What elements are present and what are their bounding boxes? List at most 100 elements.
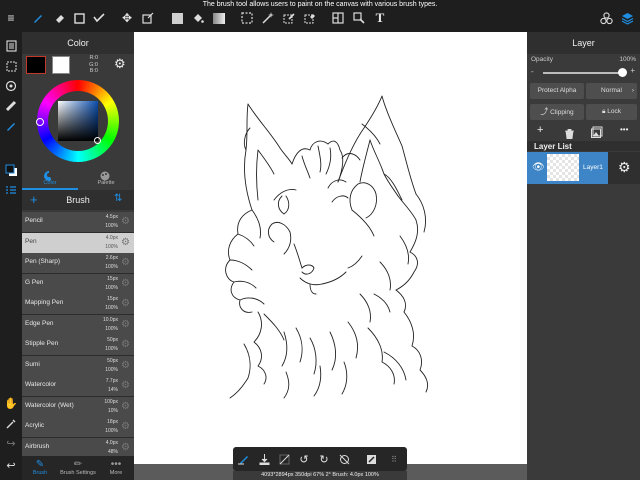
primary-color-swatch[interactable] bbox=[26, 56, 46, 74]
toolbar-grip-icon[interactable]: ⠿ bbox=[387, 452, 401, 466]
magic-wand-icon[interactable] bbox=[261, 11, 275, 25]
brush-settings-gear-icon[interactable]: ⚙ bbox=[121, 360, 131, 371]
opacity-slider[interactable] bbox=[543, 68, 627, 77]
rotate-right-icon[interactable]: ↻ bbox=[317, 452, 331, 466]
opacity-increase[interactable]: + bbox=[630, 66, 635, 75]
protect-alpha-button[interactable]: Protect Alpha bbox=[530, 83, 584, 99]
selection-pen-icon[interactable] bbox=[282, 11, 296, 25]
materials-icon[interactable] bbox=[599, 11, 613, 25]
tab-brush-settings[interactable]: ✏ Brush Settings bbox=[60, 459, 96, 476]
hand-tool-icon[interactable]: ✋ bbox=[3, 395, 19, 411]
brush-opacity: 100% bbox=[105, 223, 118, 229]
selection-eraser-icon[interactable] bbox=[303, 11, 317, 25]
opacity-slider-knob[interactable] bbox=[618, 68, 627, 77]
brush-item[interactable]: Edge Pen 10.0px 100% ⚙ bbox=[22, 314, 134, 336]
reset-view-icon[interactable] bbox=[337, 452, 351, 466]
brush-settings-gear-icon[interactable]: ⚙ bbox=[121, 340, 131, 350]
add-layer-icon[interactable]: + bbox=[537, 124, 543, 136]
layer-settings-gear-icon[interactable]: ⚙ bbox=[618, 159, 631, 176]
eyedropper-tool-icon[interactable] bbox=[352, 11, 366, 25]
eraser-tool-icon[interactable] bbox=[52, 11, 66, 25]
brush-name: Watercolor bbox=[25, 381, 57, 388]
fill-color-icon[interactable] bbox=[170, 11, 184, 25]
clipping-button[interactable]: ⤴ Clipping bbox=[530, 104, 584, 120]
selection-layer-icon[interactable] bbox=[3, 58, 19, 74]
brush-item[interactable]: Sumi 50px 100% ⚙ bbox=[22, 355, 134, 377]
smudge-tool-icon[interactable] bbox=[92, 11, 106, 25]
brush-name: Mapping Pen bbox=[25, 299, 64, 306]
tab-more[interactable]: ••• More bbox=[98, 459, 134, 476]
brush-tool-icon[interactable] bbox=[31, 11, 45, 25]
undo-icon[interactable]: ↩ bbox=[3, 457, 19, 473]
brush-settings-gear-icon[interactable]: ⚙ bbox=[121, 299, 131, 309]
brush-settings-gear-icon[interactable]: ⚙ bbox=[121, 319, 131, 330]
color-settings-gear-icon[interactable]: ⚙ bbox=[114, 57, 128, 71]
brush-settings-toggle-icon[interactable] bbox=[237, 452, 251, 466]
brush-name: G Pen bbox=[25, 278, 44, 286]
pen-pressure-icon[interactable] bbox=[3, 118, 19, 134]
lock-button[interactable]: 🔒︎ Lock bbox=[586, 104, 637, 120]
tab-color[interactable]: Color bbox=[22, 166, 78, 190]
eye-icon[interactable]: 👁︎ bbox=[532, 162, 545, 173]
brush-settings-gear-icon[interactable]: ⚙ bbox=[121, 278, 131, 289]
left-panel: Color R:0 G:0 B:0 ⚙ Color Palette + Brus… bbox=[22, 32, 134, 480]
blend-mode-select[interactable]: Normal › bbox=[586, 83, 637, 99]
brush-item[interactable]: Mapping Pen 15px 100% ⚙ bbox=[22, 294, 134, 315]
brush-item[interactable]: Pen (Sharp) 2.6px 100% ⚙ bbox=[22, 253, 134, 274]
gallery-icon[interactable] bbox=[3, 38, 19, 54]
brush-item[interactable]: Acrylic 18px 100% ⚙ bbox=[22, 417, 134, 438]
brush-item[interactable]: Watercolor 7.7px 14% ⚙ bbox=[22, 376, 134, 397]
brush-settings-gear-icon[interactable]: ⚙ bbox=[121, 258, 131, 268]
brush-item[interactable]: Stipple Pen 50px 100% ⚙ bbox=[22, 335, 134, 356]
brush-settings-gear-icon[interactable]: ⚙ bbox=[121, 217, 131, 227]
color-swatch-icon[interactable] bbox=[3, 162, 19, 178]
save-icon[interactable] bbox=[257, 452, 271, 466]
brush-name: Acrylic bbox=[25, 422, 45, 429]
layer-more-icon[interactable]: ••• bbox=[620, 125, 628, 134]
menu-icon[interactable]: ≡ bbox=[4, 11, 18, 25]
brush-settings-gear-icon[interactable]: ⚙ bbox=[121, 442, 131, 453]
gradient-tool-icon[interactable] bbox=[212, 11, 226, 25]
snap-off-icon[interactable] bbox=[277, 452, 291, 466]
text-tool-icon[interactable]: T bbox=[373, 10, 387, 25]
brush-settings-gear-icon[interactable]: ⚙ bbox=[121, 401, 131, 412]
brush-item[interactable]: Pen 4.0px 100% ⚙ bbox=[22, 232, 134, 254]
brush-settings-gear-icon[interactable]: ⚙ bbox=[121, 422, 131, 432]
secondary-color-swatch[interactable] bbox=[52, 56, 70, 74]
brush-item[interactable]: G Pen 15px 100% ⚙ bbox=[22, 273, 134, 295]
move-tool-icon[interactable]: ✥ bbox=[120, 11, 134, 25]
color-wheel[interactable] bbox=[36, 80, 119, 162]
eyedropper-icon[interactable] bbox=[3, 415, 19, 431]
brush-opacity: 100% bbox=[105, 428, 118, 434]
layer-row-layer1[interactable]: 👁︎ Layer1 ⚙ bbox=[527, 152, 640, 184]
tab-brush[interactable]: ✎ Brush bbox=[22, 459, 58, 476]
layer-settings[interactable]: ⚙ bbox=[608, 152, 640, 184]
top-toolbar: The brush tool allows users to paint on … bbox=[0, 0, 640, 32]
color-picker-handle[interactable] bbox=[94, 137, 101, 144]
rectangle-tool-icon[interactable] bbox=[72, 11, 86, 25]
layers-icon[interactable] bbox=[620, 11, 634, 25]
opacity-decrease[interactable]: - bbox=[531, 67, 534, 76]
rgb-readout: R:0 G:0 B:0 bbox=[86, 55, 98, 75]
brush-list-icon[interactable] bbox=[3, 182, 19, 198]
brush-opacity: 100% bbox=[105, 325, 118, 332]
bucket-tool-icon[interactable] bbox=[191, 11, 205, 25]
selection-tool-icon[interactable] bbox=[240, 11, 254, 25]
drawing-canvas[interactable] bbox=[134, 32, 527, 464]
tab-palette[interactable]: Palette bbox=[78, 166, 134, 188]
hue-handle[interactable] bbox=[36, 118, 44, 126]
flip-canvas-icon[interactable] bbox=[364, 452, 378, 466]
brush-item[interactable]: Watercolor (Wet) 100px 10% ⚙ bbox=[22, 396, 134, 418]
transform-tool-icon[interactable] bbox=[141, 11, 155, 25]
rotate-left-icon[interactable]: ↺ bbox=[297, 452, 311, 466]
frame-divider-icon[interactable] bbox=[331, 11, 345, 25]
redo-icon[interactable]: ↪ bbox=[3, 435, 19, 451]
saturation-value-square[interactable] bbox=[58, 101, 98, 141]
reference-icon[interactable] bbox=[3, 78, 19, 94]
brush-item[interactable]: Pencil 4.5px 100% ⚙ bbox=[22, 212, 134, 233]
brush-item[interactable]: Airbrush 4.0px 48% ⚙ bbox=[22, 437, 134, 456]
brush-settings-gear-icon[interactable]: ⚙ bbox=[121, 381, 131, 391]
brush-settings-gear-icon[interactable]: ⚙ bbox=[121, 237, 131, 248]
ruler-icon[interactable] bbox=[3, 98, 19, 114]
sort-brush-icon[interactable]: ⇅ bbox=[114, 193, 122, 204]
